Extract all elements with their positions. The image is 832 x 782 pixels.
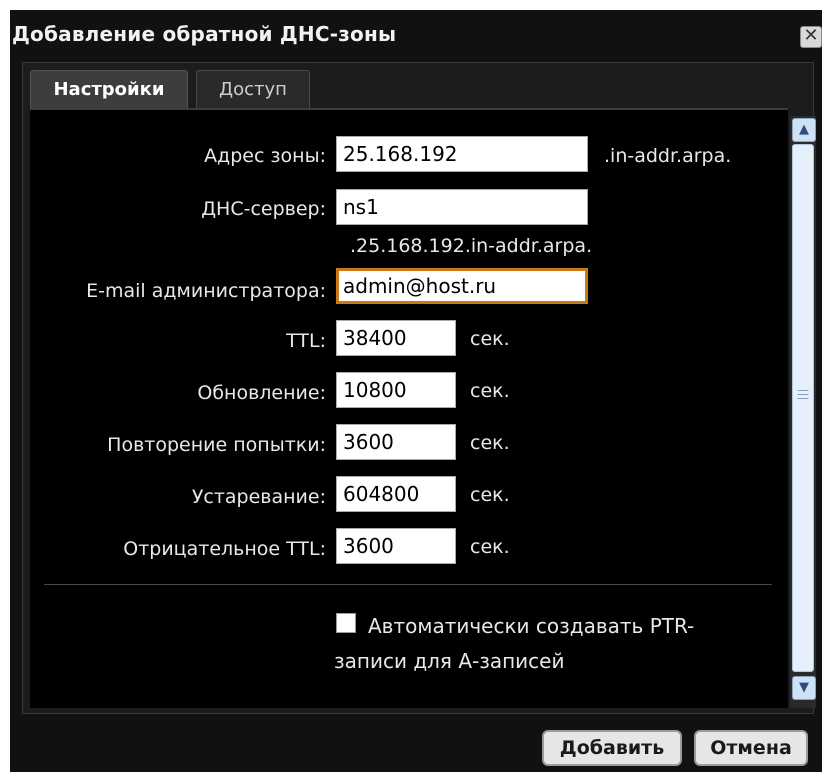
refresh-input[interactable] [336,372,456,408]
refresh-label: Обновление: [197,382,326,404]
separator [44,584,772,585]
scroll-down-icon[interactable]: ▼ [792,676,816,700]
zone-address-label: Адрес зоны: [204,145,326,167]
ttl-label: TTL: [286,330,326,352]
negative-ttl-input[interactable] [336,528,456,564]
negative-ttl-unit: сек. [470,536,510,558]
retry-unit: сек. [470,432,510,454]
dns-server-label: ДНС-сервер: [201,198,326,220]
expire-unit: сек. [470,484,510,506]
admin-email-label: E-mail администратора: [86,280,326,302]
tab-access[interactable]: Доступ [196,70,310,109]
negative-ttl-label: Отрицательное TTL: [123,538,326,560]
tab-settings[interactable]: Настройки [30,70,188,109]
dns-server-suffix: .25.168.192.in-addr.arpa. [350,235,593,257]
scroll-up-icon[interactable]: ▲ [792,118,816,142]
refresh-unit: сек. [470,380,510,402]
dns-server-input[interactable] [336,189,588,225]
auto-ptr-label: Автоматически создавать PTR-записи для А… [334,614,695,673]
zone-address-suffix: .in-addr.arpa. [604,145,732,167]
add-button[interactable]: Добавить [542,730,682,766]
close-icon[interactable]: ✕ [800,26,822,48]
retry-label: Повторение попытки: [107,434,326,456]
ttl-unit: сек. [470,328,510,350]
expire-label: Устаревание: [191,486,326,508]
cancel-button[interactable]: Отмена [694,730,808,766]
ttl-input[interactable] [336,320,456,356]
expire-input[interactable] [336,476,456,512]
dialog-title: Добавление обратной ДНС-зоны [12,22,397,46]
zone-address-input[interactable] [336,136,588,172]
scrollbar-grip-icon: — — — [797,383,809,405]
admin-email-input[interactable] [336,268,588,304]
retry-input[interactable] [336,424,456,460]
scrollbar-thumb[interactable] [792,144,814,672]
